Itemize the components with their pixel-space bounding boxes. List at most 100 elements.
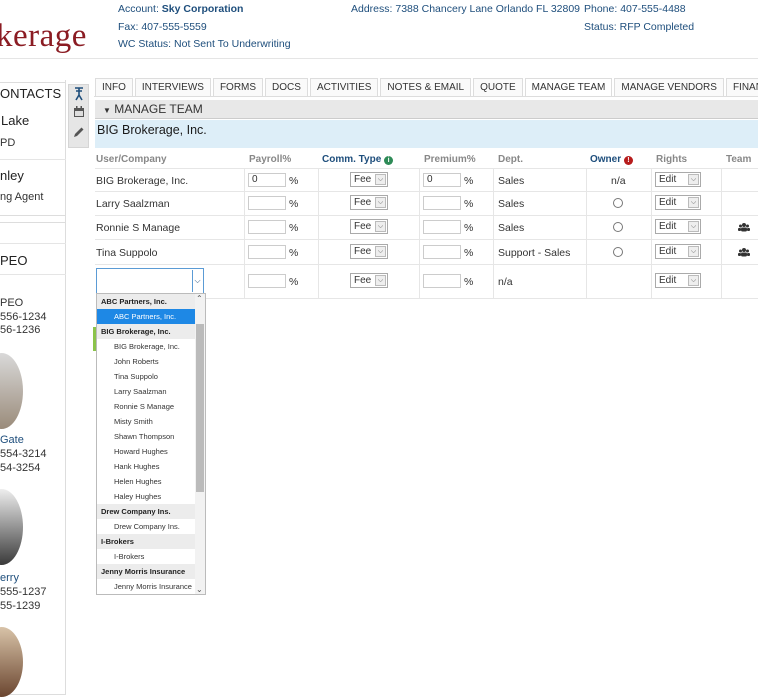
rights-select[interactable]: Edit ⌵ <box>655 219 701 234</box>
premium-input[interactable] <box>423 245 461 259</box>
col-dept: Dept. <box>498 154 523 165</box>
chevron-down-icon: ⌵ <box>375 197 386 208</box>
tab-forms[interactable]: FORMS <box>212 78 264 96</box>
team-icon[interactable] <box>738 222 750 235</box>
manage-team-header[interactable]: ▼ MANAGE TEAM <box>95 100 758 119</box>
dropdown-option[interactable]: I-Brokers <box>97 549 195 564</box>
rights-select[interactable]: Edit ⌵ <box>655 244 701 259</box>
dropdown-option[interactable]: Helen Hughes <box>97 474 195 489</box>
contact-link[interactable]: Gate <box>0 434 24 446</box>
contacts-sidebar: ONTACTS Lake PD nley ng Agent PEO PEO 55… <box>0 80 66 697</box>
comm-type-select[interactable]: Fee ⌵ <box>350 244 388 259</box>
contact-role: PD <box>0 137 16 149</box>
dropdown-option[interactable]: Drew Company Ins. <box>97 519 195 534</box>
dropdown-option[interactable]: Ronnie S Manage <box>97 399 195 414</box>
dropdown-option[interactable]: Misty Smith <box>97 414 195 429</box>
payroll-input[interactable] <box>248 245 286 259</box>
owner-radio[interactable] <box>613 222 623 232</box>
scroll-down-icon[interactable]: ⌄ <box>196 585 203 594</box>
tab-activities[interactable]: ACTIVITIES <box>309 78 379 96</box>
owner-radio[interactable] <box>613 247 623 257</box>
col-owner: Owner ! <box>590 154 633 165</box>
premium-input[interactable] <box>423 220 461 234</box>
dropdown-option[interactable]: John Roberts <box>97 354 195 369</box>
rights-select[interactable]: Edit ⌵ <box>655 273 701 288</box>
contacts-card: ONTACTS Lake PD nley ng Agent <box>0 82 66 216</box>
tab-interviews[interactable]: INTERVIEWS <box>134 78 211 96</box>
payroll-input[interactable]: 0 <box>248 173 286 187</box>
col-team: Team <box>726 154 752 165</box>
row-user: Tina Suppolo <box>96 247 158 259</box>
dropdown-scrollbar[interactable]: ⌃ ⌄ <box>195 294 205 594</box>
dropdown-group: ABC Partners, Inc. <box>97 294 195 309</box>
tab-quote[interactable]: QUOTE <box>473 78 523 96</box>
dropdown-option[interactable]: Howard Hughes <box>97 444 195 459</box>
premium-input[interactable]: 0 <box>423 173 461 187</box>
contact-photo <box>0 627 23 697</box>
payroll-input[interactable] <box>248 274 286 288</box>
chevron-down-icon: ⌵ <box>688 275 699 286</box>
address-field: Address: 7388 Chancery Lane Orlando FL 3… <box>351 3 581 15</box>
row-user: Larry Saalzman <box>96 198 170 210</box>
peo-card: PEO PEO 556-1234 56-1236 Gate 554-3214 5… <box>0 222 66 697</box>
dropdown-option[interactable]: Haley Hughes <box>97 489 195 504</box>
contact-photo <box>0 489 23 565</box>
rights-select[interactable]: Edit ⌵ <box>655 195 701 210</box>
alert-icon[interactable]: ! <box>623 156 633 165</box>
dropdown-option[interactable]: BIG Brokerage, Inc. <box>97 339 195 354</box>
tab-info[interactable]: INFO <box>95 78 133 96</box>
owner-na: n/a <box>611 175 626 187</box>
dropdown-group: BIG Brokerage, Inc. <box>97 324 195 339</box>
dropdown-option[interactable]: Shawn Thompson <box>97 429 195 444</box>
rights-select[interactable]: Edit ⌵ <box>655 172 701 187</box>
peo-title: PEO <box>0 253 28 268</box>
row-dept: Sales <box>498 198 525 210</box>
contact-name: nley <box>0 168 24 183</box>
premium-input[interactable] <box>423 274 461 288</box>
row-dept: Support - Sales <box>498 247 571 259</box>
info-icon[interactable]: i <box>384 156 394 165</box>
tab-docs[interactable]: DOCS <box>265 78 308 96</box>
dropdown-option[interactable]: ABC Partners, Inc. <box>97 309 195 324</box>
dropdown-option[interactable]: Hank Hughes <box>97 459 195 474</box>
chevron-down-icon: ⌵ <box>688 174 699 185</box>
user-company-select[interactable]: ⌵ <box>96 268 204 294</box>
comm-type-select[interactable]: Fee ⌵ <box>350 219 388 234</box>
scrollbar-thumb[interactable] <box>196 324 204 492</box>
dropdown-option[interactable]: Larry Saalzman <box>97 384 195 399</box>
payroll-input[interactable] <box>248 196 286 210</box>
contact-link[interactable]: erry <box>0 572 19 584</box>
row-dept: n/a <box>498 276 513 288</box>
col-rights: Rights <box>656 154 688 165</box>
tab-financial[interactable]: FINANCIAL <box>725 78 758 96</box>
account-value[interactable]: Sky Corporation <box>162 3 244 15</box>
premium-input[interactable] <box>423 196 461 210</box>
owner-radio[interactable] <box>613 198 623 208</box>
comm-type-select[interactable]: Fee ⌵ <box>350 195 388 210</box>
caret-down-icon: ▼ <box>103 106 111 115</box>
comm-type-select[interactable]: Fee ⌵ <box>350 273 388 288</box>
tab-manage-team[interactable]: MANAGE TEAM <box>524 78 613 96</box>
tab-manage-vendors[interactable]: MANAGE VENDORS <box>614 78 724 96</box>
scroll-up-icon[interactable]: ⌃ <box>196 294 203 303</box>
col-premium: Premium% <box>424 154 476 165</box>
fax-field: Fax: 407-555-5559 <box>118 21 207 33</box>
col-user: User/Company <box>96 154 167 165</box>
tab-notes-email[interactable]: NOTES & EMAIL <box>380 78 472 96</box>
pin-icon[interactable] <box>72 87 86 101</box>
calendar-icon[interactable] <box>72 106 86 120</box>
status-field: Status: RFP Completed <box>584 21 695 33</box>
dropdown-option[interactable]: Jenny Morris Insurance <box>97 579 195 594</box>
company-name: BIG Brokerage, Inc. <box>97 123 207 137</box>
comm-type-select[interactable]: Fee ⌵ <box>350 172 388 187</box>
team-icon[interactable] <box>738 247 750 260</box>
payroll-input[interactable] <box>248 220 286 234</box>
wc-status-field: WC Status: Not Sent To Underwriting <box>118 38 291 50</box>
contact-role: ng Agent <box>0 191 44 203</box>
row-dept: Sales <box>498 222 525 234</box>
pencil-icon[interactable] <box>72 126 86 140</box>
contact-photo <box>0 353 23 429</box>
user-company-dropdown: ABC Partners, Inc. ABC Partners, Inc. BI… <box>96 293 206 595</box>
dropdown-option[interactable]: Tina Suppolo <box>97 369 195 384</box>
account-field: Account: Sky Corporation <box>118 3 244 15</box>
